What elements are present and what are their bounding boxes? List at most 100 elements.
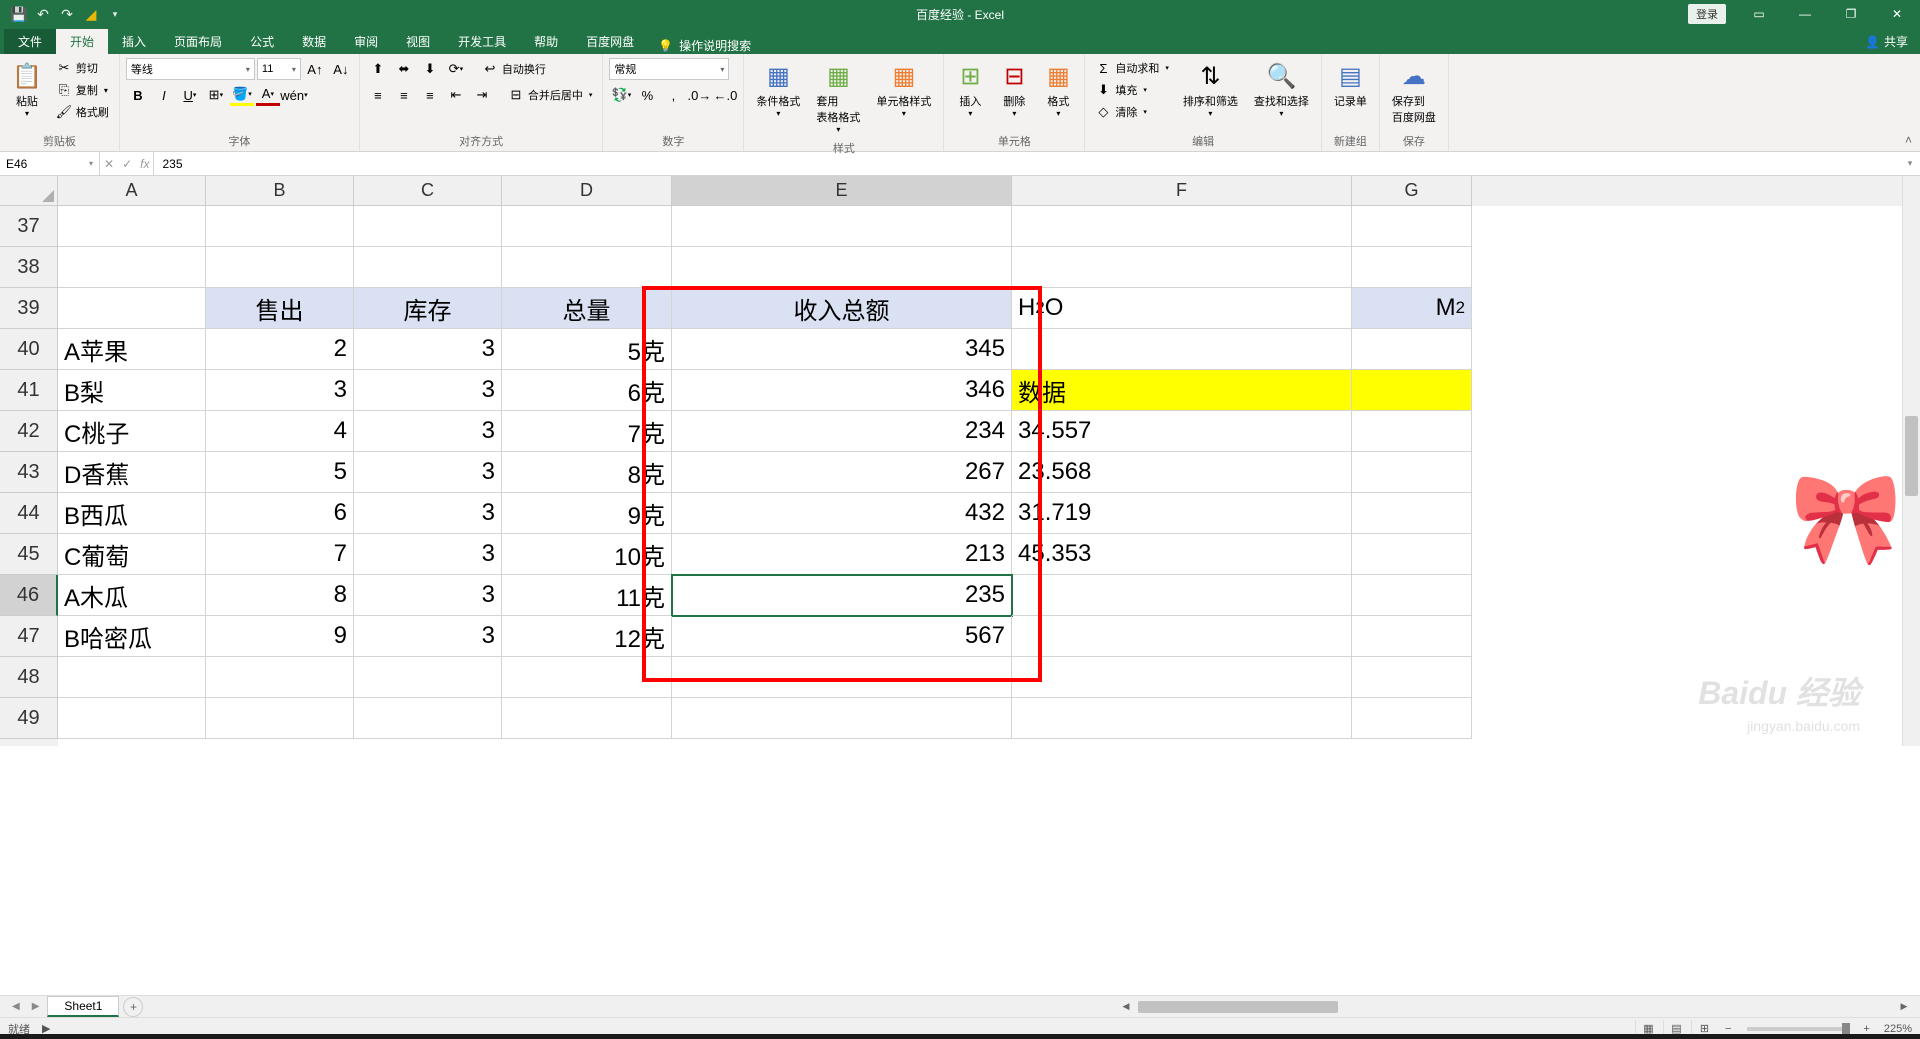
cell-C44[interactable]: 3: [354, 493, 502, 534]
cell-B45[interactable]: 7: [206, 534, 354, 575]
cell-B38[interactable]: [206, 247, 354, 288]
column-header-G[interactable]: G: [1352, 176, 1472, 206]
cell-G39[interactable]: M2: [1352, 288, 1472, 329]
find-select-button[interactable]: 🔍查找和选择▾: [1248, 58, 1315, 122]
cell-D45[interactable]: 10克: [502, 534, 672, 575]
cell-D43[interactable]: 8克: [502, 452, 672, 493]
column-header-D[interactable]: D: [502, 176, 672, 206]
cell-F42[interactable]: 34.557: [1012, 411, 1352, 452]
tab-help[interactable]: 帮助: [520, 29, 572, 54]
cell-G49[interactable]: [1352, 698, 1472, 739]
cell-D44[interactable]: 9克: [502, 493, 672, 534]
save-baidu-button[interactable]: ☁保存到 百度网盘: [1386, 58, 1442, 129]
font-name-combo[interactable]: 等线▾: [126, 58, 255, 80]
cell-B37[interactable]: [206, 206, 354, 247]
cell-C38[interactable]: [354, 247, 502, 288]
cell-F47[interactable]: [1012, 616, 1352, 657]
column-header-F[interactable]: F: [1012, 176, 1352, 206]
align-center-icon[interactable]: ≡: [392, 84, 416, 106]
cell-C49[interactable]: [354, 698, 502, 739]
cell-G48[interactable]: [1352, 657, 1472, 698]
tab-layout[interactable]: 页面布局: [160, 29, 236, 54]
row-header-41[interactable]: 41: [0, 370, 58, 411]
cell-B41[interactable]: 3: [206, 370, 354, 411]
sheet-tab-sheet1[interactable]: Sheet1: [47, 996, 119, 1017]
redo-icon[interactable]: ↷: [56, 3, 78, 25]
cells-area[interactable]: 售出库存总量收入总额H2OM2A苹果235克345B梨336克346数据C桃子4…: [58, 206, 1902, 746]
cell-D38[interactable]: [502, 247, 672, 288]
tab-home[interactable]: 开始: [56, 29, 108, 54]
cell-C46[interactable]: 3: [354, 575, 502, 616]
align-bottom-icon[interactable]: ⬇: [418, 58, 442, 80]
fill-color-button[interactable]: 🪣▾: [230, 84, 254, 106]
zoom-in-icon[interactable]: +: [1863, 1023, 1869, 1035]
cell-C48[interactable]: [354, 657, 502, 698]
cell-D48[interactable]: [502, 657, 672, 698]
collapse-ribbon-icon[interactable]: ˄: [1905, 133, 1912, 147]
cell-E44[interactable]: 432: [672, 493, 1012, 534]
cell-A46[interactable]: A木瓜: [58, 575, 206, 616]
tab-review[interactable]: 审阅: [340, 29, 392, 54]
cell-B46[interactable]: 8: [206, 575, 354, 616]
cell-E45[interactable]: 213: [672, 534, 1012, 575]
cell-F48[interactable]: [1012, 657, 1352, 698]
cell-D47[interactable]: 12克: [502, 616, 672, 657]
cell-A42[interactable]: C桃子: [58, 411, 206, 452]
tab-baidu[interactable]: 百度网盘: [572, 29, 648, 54]
tab-view[interactable]: 视图: [392, 29, 444, 54]
orientation-icon[interactable]: ⟳▾: [444, 58, 468, 80]
align-right-icon[interactable]: ≡: [418, 84, 442, 106]
row-header-43[interactable]: 43: [0, 452, 58, 493]
row-header-39[interactable]: 39: [0, 288, 58, 329]
paste-button[interactable]: 📋 粘贴 ▾: [6, 58, 48, 122]
autosum-button[interactable]: Σ自动求和▾: [1091, 58, 1173, 78]
number-format-combo[interactable]: 常规▾: [609, 58, 729, 80]
bold-button[interactable]: B: [126, 84, 150, 106]
add-sheet-button[interactable]: +: [123, 997, 143, 1017]
cell-F37[interactable]: [1012, 206, 1352, 247]
wrap-text-button[interactable]: ↩自动换行: [478, 58, 550, 80]
row-header-48[interactable]: 48: [0, 657, 58, 698]
cell-A39[interactable]: [58, 288, 206, 329]
column-header-E[interactable]: E: [672, 176, 1012, 206]
select-all-button[interactable]: [0, 176, 58, 206]
cell-A48[interactable]: [58, 657, 206, 698]
cell-A41[interactable]: B梨: [58, 370, 206, 411]
name-box[interactable]: E46▾: [0, 152, 100, 175]
tab-insert[interactable]: 插入: [108, 29, 160, 54]
row-header-47[interactable]: 47: [0, 616, 58, 657]
insert-cells-button[interactable]: ⊞插入▾: [950, 58, 990, 122]
enter-formula-icon[interactable]: ✓: [122, 157, 132, 171]
horizontal-scrollbar[interactable]: ◀ ▶: [1118, 998, 1912, 1016]
cell-E38[interactable]: [672, 247, 1012, 288]
cell-B48[interactable]: [206, 657, 354, 698]
scroll-thumb[interactable]: [1905, 416, 1918, 496]
cell-E47[interactable]: 567: [672, 616, 1012, 657]
increase-font-icon[interactable]: A↑: [303, 58, 327, 80]
cell-F45[interactable]: 45.353: [1012, 534, 1352, 575]
cell-styles-button[interactable]: ▦单元格样式▾: [870, 58, 937, 122]
tab-data[interactable]: 数据: [288, 29, 340, 54]
sheet-nav-prev-icon[interactable]: ◀: [8, 1001, 24, 1012]
row-header-38[interactable]: 38: [0, 247, 58, 288]
cell-G42[interactable]: [1352, 411, 1472, 452]
decrease-decimal-icon[interactable]: ←.0: [713, 84, 737, 106]
tab-dev[interactable]: 开发工具: [444, 29, 520, 54]
cell-F39[interactable]: H2O: [1012, 288, 1352, 329]
merge-center-button[interactable]: ⊟合并后居中▾: [504, 84, 597, 106]
format-cells-button[interactable]: ▦格式▾: [1038, 58, 1078, 122]
zoom-level[interactable]: 225%: [1884, 1023, 1912, 1035]
cell-G47[interactable]: [1352, 616, 1472, 657]
cell-G38[interactable]: [1352, 247, 1472, 288]
cell-C41[interactable]: 3: [354, 370, 502, 411]
cell-G46[interactable]: [1352, 575, 1472, 616]
format-painter-button[interactable]: 🖌格式刷: [52, 102, 113, 122]
conditional-format-button[interactable]: ▦条件格式▾: [750, 58, 806, 122]
border-button[interactable]: ⊞▾: [204, 84, 228, 106]
tab-file[interactable]: 文件: [4, 29, 56, 54]
decrease-font-icon[interactable]: A↓: [329, 58, 353, 80]
maximize-icon[interactable]: ❐: [1828, 0, 1874, 28]
cell-B39[interactable]: 售出: [206, 288, 354, 329]
cell-E39[interactable]: 收入总额: [672, 288, 1012, 329]
cell-C39[interactable]: 库存: [354, 288, 502, 329]
